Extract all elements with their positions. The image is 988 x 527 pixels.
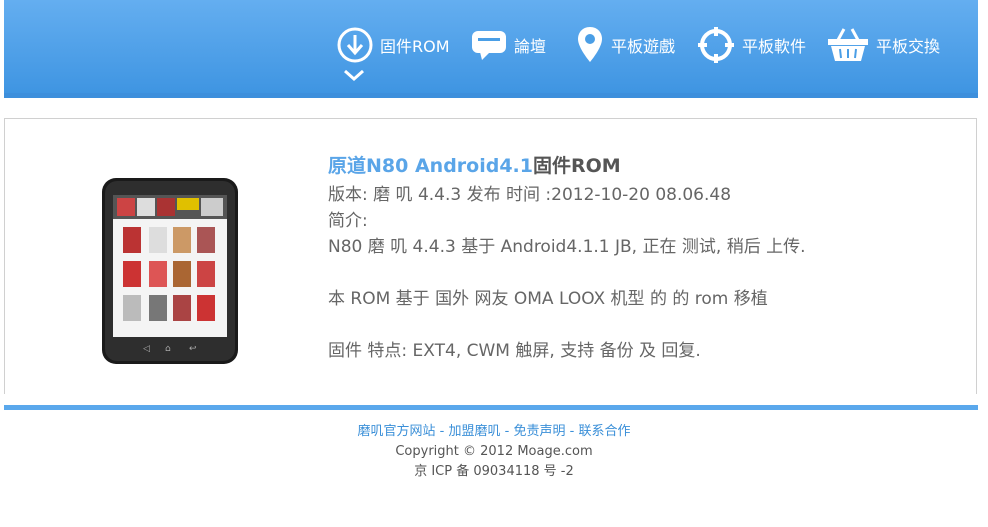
footer-separator: - (565, 424, 579, 439)
footer-icp: 京 ICP 备 09034118 号 -2 (414, 464, 574, 479)
footer-link-official-site[interactable]: 磨叽官方网站 (358, 424, 436, 439)
active-indicator-icon (343, 68, 365, 87)
footer-separator: - (435, 424, 449, 439)
rom-description-1: N80 磨 叽 4.4.3 基于 Android4.1.1 JB, 正在 测试,… (328, 237, 806, 257)
site-footer: 磨叽官方网站 - 加盟磨叽 - 免责声明 - 联系合作 Copyright © … (0, 422, 988, 482)
nav-item-tablet-exchange[interactable]: 平板交換 (826, 22, 940, 68)
rom-description-2: 本 ROM 基于 国外 网友 OMA LOOX 机型 的 的 rom 移植 (328, 289, 768, 309)
nav-label: 平板交換 (876, 37, 941, 56)
nav-label: 平板軟件 (742, 37, 807, 56)
rom-title: 原道N80 Android4.1固件ROM (328, 152, 968, 180)
nav-label: 固件ROM (380, 37, 450, 56)
crosshair-icon (696, 25, 736, 65)
footer-link-disclaimer[interactable]: 免责声明 (513, 424, 565, 439)
svg-text:↩: ↩ (189, 344, 197, 354)
chat-bubble-icon (470, 28, 508, 62)
header-divider (4, 93, 978, 98)
nav-label: 平板遊戲 (611, 37, 676, 56)
rom-detail-panel: ◁ ⌂ ↩ 原道N80 Android4.1固件ROM 版本: 磨 叽 4.4.… (4, 118, 977, 394)
rom-title-suffix: 固件ROM (532, 155, 621, 177)
rom-intro-label: 简介: (328, 211, 368, 231)
nav-item-firmware-rom[interactable]: 固件ROM (336, 22, 450, 68)
nav-item-tablet-software[interactable]: 平板軟件 (696, 22, 806, 68)
nav-item-tablet-games[interactable]: 平板遊戲 (575, 22, 675, 68)
basket-icon (826, 26, 870, 64)
rom-info: 原道N80 Android4.1固件ROM 版本: 磨 叽 4.4.3 发布 时… (328, 152, 968, 364)
download-icon (336, 26, 374, 64)
footer-separator: - (500, 424, 514, 439)
tablet-image: ◁ ⌂ ↩ (101, 177, 239, 365)
rom-version: 版本: 磨 叽 4.4.3 发布 时间 :2012-10-20 08.06.48 (328, 185, 732, 205)
rom-description-3: 固件 特点: EXT4, CWM 触屏, 支持 备份 及 回复. (328, 341, 701, 361)
footer-copyright: Copyright © 2012 Moage.com (395, 444, 593, 459)
map-pin-icon (575, 25, 605, 65)
rom-title-name[interactable]: 原道N80 Android4.1 (328, 155, 533, 177)
nav-label: 論壇 (514, 37, 547, 56)
footer-link-contact[interactable]: 联系合作 (578, 424, 630, 439)
footer-link-join[interactable]: 加盟磨叽 (449, 424, 501, 439)
svg-text:⌂: ⌂ (165, 344, 171, 354)
nav-item-forum[interactable]: 論壇 (470, 22, 546, 68)
footer-links: 磨叽官方网站 - 加盟磨叽 - 免责声明 - 联系合作 (0, 422, 988, 442)
footer-divider (4, 405, 978, 410)
svg-text:◁: ◁ (143, 344, 150, 354)
